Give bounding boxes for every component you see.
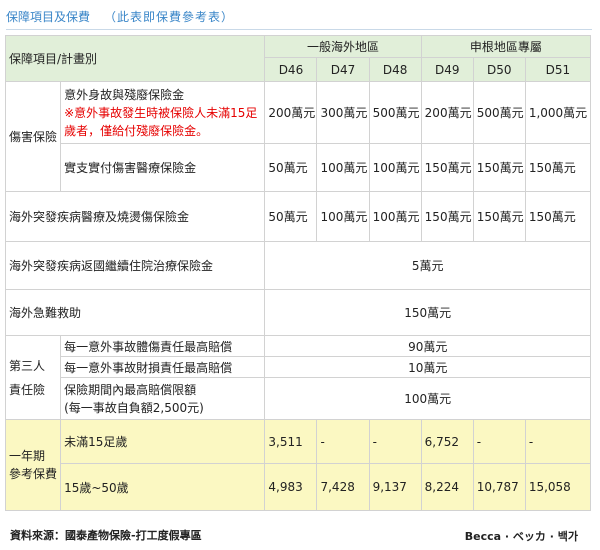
- illness-value: 50萬元: [264, 191, 318, 242]
- plan-header: D51: [524, 57, 592, 82]
- medical-value: 100萬元: [368, 143, 422, 192]
- insurance-table: 保障項目/計畫別 一般海外地區 申根地區專屬 D46 D47 D48 D49 D…: [4, 35, 592, 511]
- death-disability-note: ※意外事故發生時被保險人未滿15足歲者，僅給付殘廢保險金。: [64, 105, 258, 138]
- source-caption: 資料來源：國泰產物保險-打工度假專區: [10, 529, 202, 542]
- liability-period-cell: 保險期間內最高賠償限額 (每一事故自負額2,500元): [60, 377, 266, 420]
- medical-value: 100萬元: [316, 143, 370, 192]
- premium-adult-label: 15歲~50歲: [60, 463, 266, 511]
- rescue-value: 150萬元: [264, 289, 591, 336]
- injury-label: 傷害保險: [4, 81, 62, 192]
- liability-period-label: 保險期間內最高賠償限額: [64, 382, 197, 397]
- plan-header: D46: [264, 57, 318, 82]
- death-value: 300萬元: [316, 81, 370, 144]
- premium-adult-value: 10,787: [472, 463, 526, 511]
- medical-value: 50萬元: [264, 143, 318, 192]
- death-disability-label: 意外身故與殘廢保險金: [64, 87, 185, 102]
- illness-label: 海外突發疾病醫療及燒燙傷保險金: [4, 191, 266, 242]
- plan-header: D49: [420, 57, 474, 82]
- liability-deductible-label: (每一事故自負額2,500元): [64, 400, 204, 415]
- author-credit: Becca · ベッカ · 백가: [464, 530, 578, 543]
- death-disability-cell: 意外身故與殘廢保險金 ※意外事故發生時被保險人未滿15足歲者，僅給付殘廢保險金。: [60, 81, 266, 144]
- liability-property-label: 每一意外事故財損責任最高賠償: [60, 356, 266, 378]
- plan-header: D47: [316, 57, 370, 82]
- liability-label-line1: 第三人: [9, 358, 46, 373]
- liability-label-line2: 責任險: [9, 382, 46, 397]
- death-value: 500萬元: [368, 81, 422, 144]
- premium-label: 一年期 參考保費: [4, 419, 62, 511]
- death-value: 500萬元: [472, 81, 526, 144]
- premium-label-line2: 參考保費: [9, 467, 58, 481]
- premium-adult-value: 9,137: [368, 463, 422, 511]
- injury-medical-label: 實支實付傷害醫療保險金: [60, 143, 266, 192]
- premium-under15-value: 3,511: [264, 419, 318, 464]
- header-group-schengen: 申根地區專屬: [420, 35, 592, 58]
- header-item-column: 保障項目/計畫別: [4, 35, 266, 82]
- medical-value: 150萬元: [524, 143, 592, 192]
- death-value: 200萬元: [420, 81, 474, 144]
- premium-adult-value: 7,428: [316, 463, 370, 511]
- return-treatment-value: 5萬元: [264, 241, 591, 290]
- title-note: （此表即保費參考表）: [104, 10, 235, 24]
- premium-under15-value: 6,752: [420, 419, 474, 464]
- premium-under15-value: -: [316, 419, 370, 464]
- return-treatment-label: 海外突發疾病返國繼續住院治療保險金: [4, 241, 266, 290]
- premium-under15-value: -: [524, 419, 592, 464]
- illness-value: 150萬元: [420, 191, 474, 242]
- liability-bodily-value: 90萬元: [264, 335, 591, 357]
- premium-adult-value: 4,983: [264, 463, 318, 511]
- liability-property-value: 10萬元: [264, 356, 591, 378]
- title-main: 保障項目及保費: [6, 10, 91, 24]
- premium-label-line1: 一年期: [9, 449, 46, 463]
- liability-label: 第三人 責任險: [4, 335, 62, 420]
- premium-adult-value: 8,224: [420, 463, 474, 511]
- death-value: 1,000萬元: [524, 81, 592, 144]
- medical-value: 150萬元: [472, 143, 526, 192]
- premium-under15-value: -: [472, 419, 526, 464]
- liability-bodily-label: 每一意外事故體傷責任最高賠償: [60, 335, 266, 357]
- medical-value: 150萬元: [420, 143, 474, 192]
- illness-value: 100萬元: [316, 191, 370, 242]
- premium-under15-label: 未滿15足歲: [60, 419, 266, 464]
- page-title: 保障項目及保費 （此表即保費參考表）: [6, 8, 592, 30]
- header-group-general: 一般海外地區: [264, 35, 422, 58]
- plan-header: D48: [368, 57, 422, 82]
- rescue-label: 海外急難救助: [4, 289, 266, 336]
- plan-header: D50: [472, 57, 526, 82]
- premium-under15-value: -: [368, 419, 422, 464]
- illness-value: 150萬元: [472, 191, 526, 242]
- liability-period-value: 100萬元: [264, 377, 591, 420]
- illness-value: 150萬元: [524, 191, 592, 242]
- illness-value: 100萬元: [368, 191, 422, 242]
- premium-adult-value: 15,058: [524, 463, 592, 511]
- death-value: 200萬元: [264, 81, 318, 144]
